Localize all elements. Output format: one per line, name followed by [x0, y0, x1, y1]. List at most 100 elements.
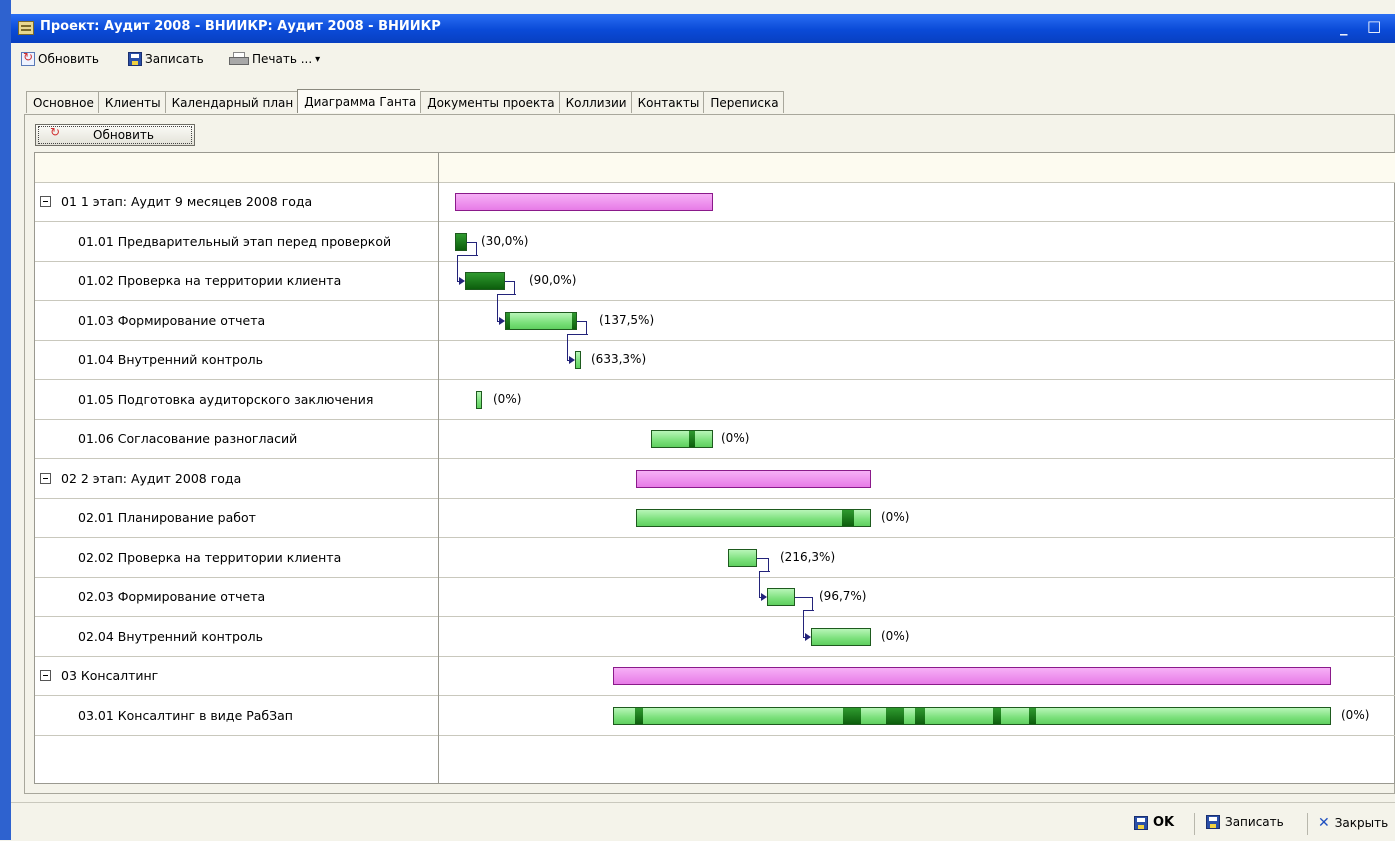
task-group-row[interactable]: 02 2 этап: Аудит 2008 года — [35, 460, 438, 499]
toolbar-save-label: Записать — [145, 52, 204, 66]
task-row[interactable]: 01.05 Подготовка аудиторского заключения — [35, 381, 438, 420]
gantt-row — [439, 578, 1395, 617]
bar-progress-segment — [1029, 707, 1037, 724]
toolbar-print-button[interactable]: Печать ... ▾ — [229, 50, 320, 68]
task-row[interactable]: 01.04 Внутренний контроль — [35, 341, 438, 380]
percent-label: (0%) — [721, 431, 750, 445]
task-row[interactable]: 02.04 Внутренний контроль — [35, 618, 438, 657]
tab-gantt-chart[interactable]: Диаграмма Ганта — [297, 89, 421, 113]
summary-bar[interactable] — [455, 193, 713, 211]
toolbar-refresh-label: Обновить — [38, 52, 99, 66]
floppy-disk-icon — [1206, 815, 1220, 829]
footer-save-label: Записать — [1225, 815, 1284, 829]
gantt-row — [439, 499, 1395, 538]
task-row[interactable]: 01.01 Предварительный этап перед проверк… — [35, 223, 438, 262]
tab-collisions[interactable]: Коллизии — [558, 91, 631, 113]
minimize-button[interactable]: _ — [1340, 18, 1348, 36]
tab-clients[interactable]: Клиенты — [97, 91, 165, 113]
document-icon — [18, 21, 34, 35]
bar-progress-segment — [993, 707, 1001, 724]
task-name: 01.02 Проверка на территории клиента — [78, 273, 342, 288]
task-bar[interactable] — [636, 509, 871, 527]
summary-bar[interactable] — [636, 469, 871, 488]
percent-label: (90,0%) — [529, 273, 577, 287]
task-bar[interactable] — [651, 430, 713, 448]
gantt-refresh-button[interactable]: Обновить — [35, 124, 195, 146]
toolbar-save-button[interactable]: Записать — [128, 50, 204, 68]
tab-calendar-plan[interactable]: Календарный план — [164, 91, 298, 113]
task-list-header — [35, 153, 438, 183]
footer-close-button[interactable]: ✕ Закрыть — [1318, 815, 1388, 831]
gantt-row — [439, 223, 1395, 262]
task-row[interactable]: 03.01 Консалтинг в виде РабЗап — [35, 697, 438, 736]
collapse-icon[interactable] — [40, 472, 51, 484]
tab-project-documents[interactable]: Документы проекта — [420, 91, 559, 113]
toolbar-refresh-button[interactable]: Обновить — [21, 50, 99, 68]
bar-progress-segment — [886, 707, 904, 724]
task-name: 01.04 Внутренний контроль — [78, 352, 263, 367]
dependency-link — [795, 597, 813, 611]
gantt-chart-area: (30,0%) (90,0%) (137,5%) (633,3%) (0%) (0%) (0… — [439, 153, 1395, 783]
refresh-icon — [21, 50, 35, 66]
task-bar[interactable] — [728, 548, 757, 567]
task-row[interactable]: 02.01 Планирование работ — [35, 499, 438, 538]
gantt-row — [439, 262, 1395, 301]
collapse-icon[interactable] — [40, 196, 51, 207]
tab-main[interactable]: Основное — [26, 91, 98, 113]
ok-label: OK — [1153, 815, 1175, 830]
collapse-icon[interactable] — [40, 670, 51, 681]
task-bar[interactable] — [767, 588, 795, 606]
gantt-grid: 01 1 этап: Аудит 9 месяцев 2008 года 01.0… — [34, 152, 1395, 784]
task-name: 01.01 Предварительный этап перед проверк… — [78, 233, 392, 249]
gantt-refresh-label: Обновить — [93, 128, 154, 142]
task-bar[interactable] — [476, 390, 482, 409]
bar-progress-segment — [842, 510, 854, 526]
bar-progress-segment — [689, 431, 696, 447]
tab-contacts[interactable]: Контакты — [630, 91, 704, 113]
tab-strip: Основное Клиенты Календарный план Диагра… — [26, 89, 784, 114]
floppy-disk-icon — [128, 52, 142, 66]
tab-correspondence[interactable]: Переписка — [703, 91, 784, 113]
bar-progress-segment — [571, 312, 576, 329]
task-bar[interactable] — [811, 627, 871, 646]
percent-label: (137,5%) — [599, 312, 655, 327]
footer-close-label: Закрыть — [1334, 816, 1389, 830]
task-name: 01.05 Подготовка аудиторского заключения — [78, 391, 374, 407]
task-group-row[interactable]: 01 1 этап: Аудит 9 месяцев 2008 года — [35, 183, 438, 222]
toolbar-print-label: Печать ... — [252, 52, 313, 66]
bar-progress-segment — [843, 707, 861, 724]
summary-bar[interactable] — [613, 667, 1331, 685]
percent-label: (216,3%) — [780, 549, 836, 564]
task-row[interactable]: 02.03 Формирование отчета — [35, 578, 438, 617]
ok-button[interactable]: OK — [1134, 815, 1174, 830]
percent-label: (0%) — [881, 628, 910, 643]
percent-label: (30,0%) — [481, 233, 529, 248]
percent-label: (96,7%) — [819, 589, 867, 603]
footer-save-button[interactable]: Записать — [1206, 815, 1284, 829]
task-group-row[interactable]: 03 Консалтинг — [35, 657, 438, 696]
task-row[interactable]: 01.03 Формирование отчета — [35, 302, 438, 341]
chevron-down-icon[interactable]: ▾ — [315, 54, 320, 65]
task-name: 01.06 Согласование разногласий — [78, 431, 298, 446]
maximize-button[interactable]: □ — [1367, 17, 1381, 35]
task-name: 01.03 Формирование отчета — [78, 312, 266, 328]
percent-label: (633,3%) — [591, 352, 647, 366]
bar-progress-segment — [635, 707, 643, 724]
task-row[interactable]: 02.02 Проверка на территории клиента — [35, 539, 438, 578]
gantt-timeline-header — [439, 153, 1395, 183]
gantt-row — [439, 381, 1395, 420]
task-name: 03.01 Консалтинг в виде РабЗап — [78, 707, 293, 723]
task-name: 02.03 Формирование отчета — [78, 589, 266, 604]
task-name: 02.02 Проверка на территории клиента — [78, 549, 342, 565]
ok-save-icon — [1134, 815, 1148, 830]
task-row[interactable]: 01.06 Согласование разногласий — [35, 420, 438, 459]
refresh-icon — [49, 125, 63, 142]
dependency-arrow — [761, 593, 767, 601]
task-bar[interactable] — [455, 232, 467, 251]
task-row[interactable]: 01.02 Проверка на территории клиента — [35, 262, 438, 301]
task-bar[interactable] — [613, 706, 1331, 725]
dependency-arrow — [499, 316, 505, 325]
close-icon: ✕ — [1318, 815, 1330, 831]
window-title-bar[interactable]: Проект: Аудит 2008 - ВНИИКР: Аудит 2008 … — [11, 14, 1395, 43]
dependency-link — [505, 281, 515, 295]
